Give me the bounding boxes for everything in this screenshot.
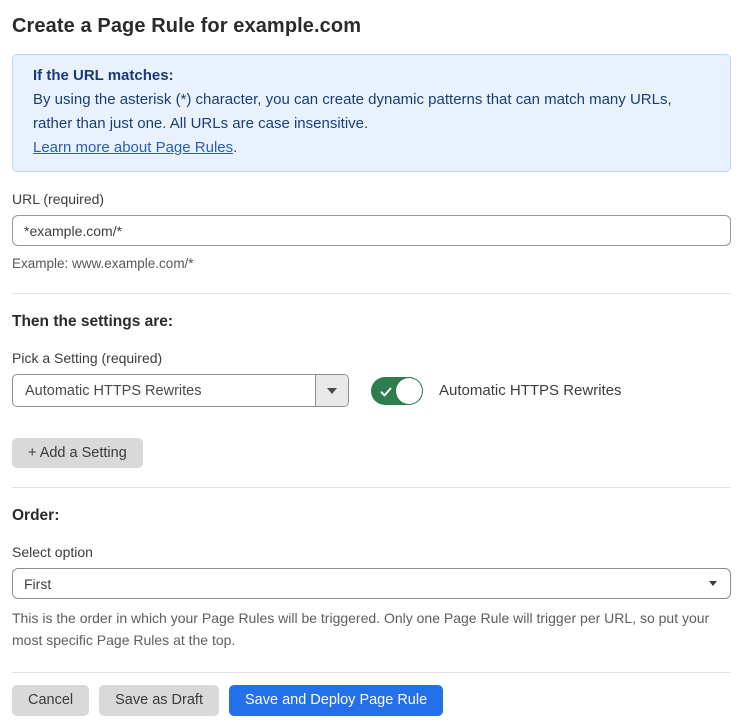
order-section-heading: Order: <box>12 507 60 524</box>
pick-setting-label: Pick a Setting (required) <box>12 350 163 366</box>
cancel-button[interactable]: Cancel <box>12 685 90 716</box>
divider <box>12 293 731 294</box>
setting-row: Automatic HTTPS Rewrites Automatic HTTPS… <box>12 374 731 407</box>
link-suffix: . <box>233 139 238 156</box>
chevron-down-icon <box>709 581 717 586</box>
page-title: Create a Page Rule for example.com <box>12 15 362 37</box>
divider <box>12 487 731 488</box>
info-box-body: By using the asterisk (*) character, you… <box>33 91 672 132</box>
save-as-draft-button[interactable]: Save as Draft <box>99 685 219 716</box>
toggle-knob <box>396 377 422 404</box>
order-select-value: First <box>24 575 52 592</box>
select-option-label: Select option <box>12 544 93 560</box>
url-example-helper: Example: www.example.com/* <box>12 256 194 271</box>
settings-section-heading: Then the settings are: <box>12 313 174 330</box>
add-setting-button[interactable]: + Add a Setting <box>12 438 143 468</box>
footer-actions: Cancel Save as Draft Save and Deploy Pag… <box>12 685 731 716</box>
setting-toggle[interactable] <box>371 376 423 405</box>
setting-dropdown-button[interactable] <box>315 375 348 406</box>
info-box-heading: If the URL matches: <box>33 67 174 84</box>
info-box-link-line: Learn more about Page Rules. <box>33 136 710 160</box>
setting-picker-value: Automatic HTTPS Rewrites <box>25 382 202 399</box>
learn-more-link[interactable]: Learn more about Page Rules <box>33 139 233 156</box>
url-matches-info-box: If the URL matches: By using the asteris… <box>12 54 731 172</box>
url-label: URL (required) <box>12 191 105 207</box>
setting-picker[interactable]: Automatic HTTPS Rewrites <box>12 374 349 407</box>
create-page-rule-form: Create a Page Rule for example.com If th… <box>0 0 743 728</box>
order-select[interactable]: First <box>12 568 731 599</box>
save-and-deploy-button[interactable]: Save and Deploy Page Rule <box>228 685 444 716</box>
divider <box>12 672 731 673</box>
url-input[interactable] <box>12 215 731 246</box>
check-icon <box>380 385 392 403</box>
dropdown-arrow-icon <box>327 387 337 394</box>
setting-toggle-label: Automatic HTTPS Rewrites <box>439 382 622 399</box>
order-helper-text: This is the order in which your Page Rul… <box>12 610 710 648</box>
